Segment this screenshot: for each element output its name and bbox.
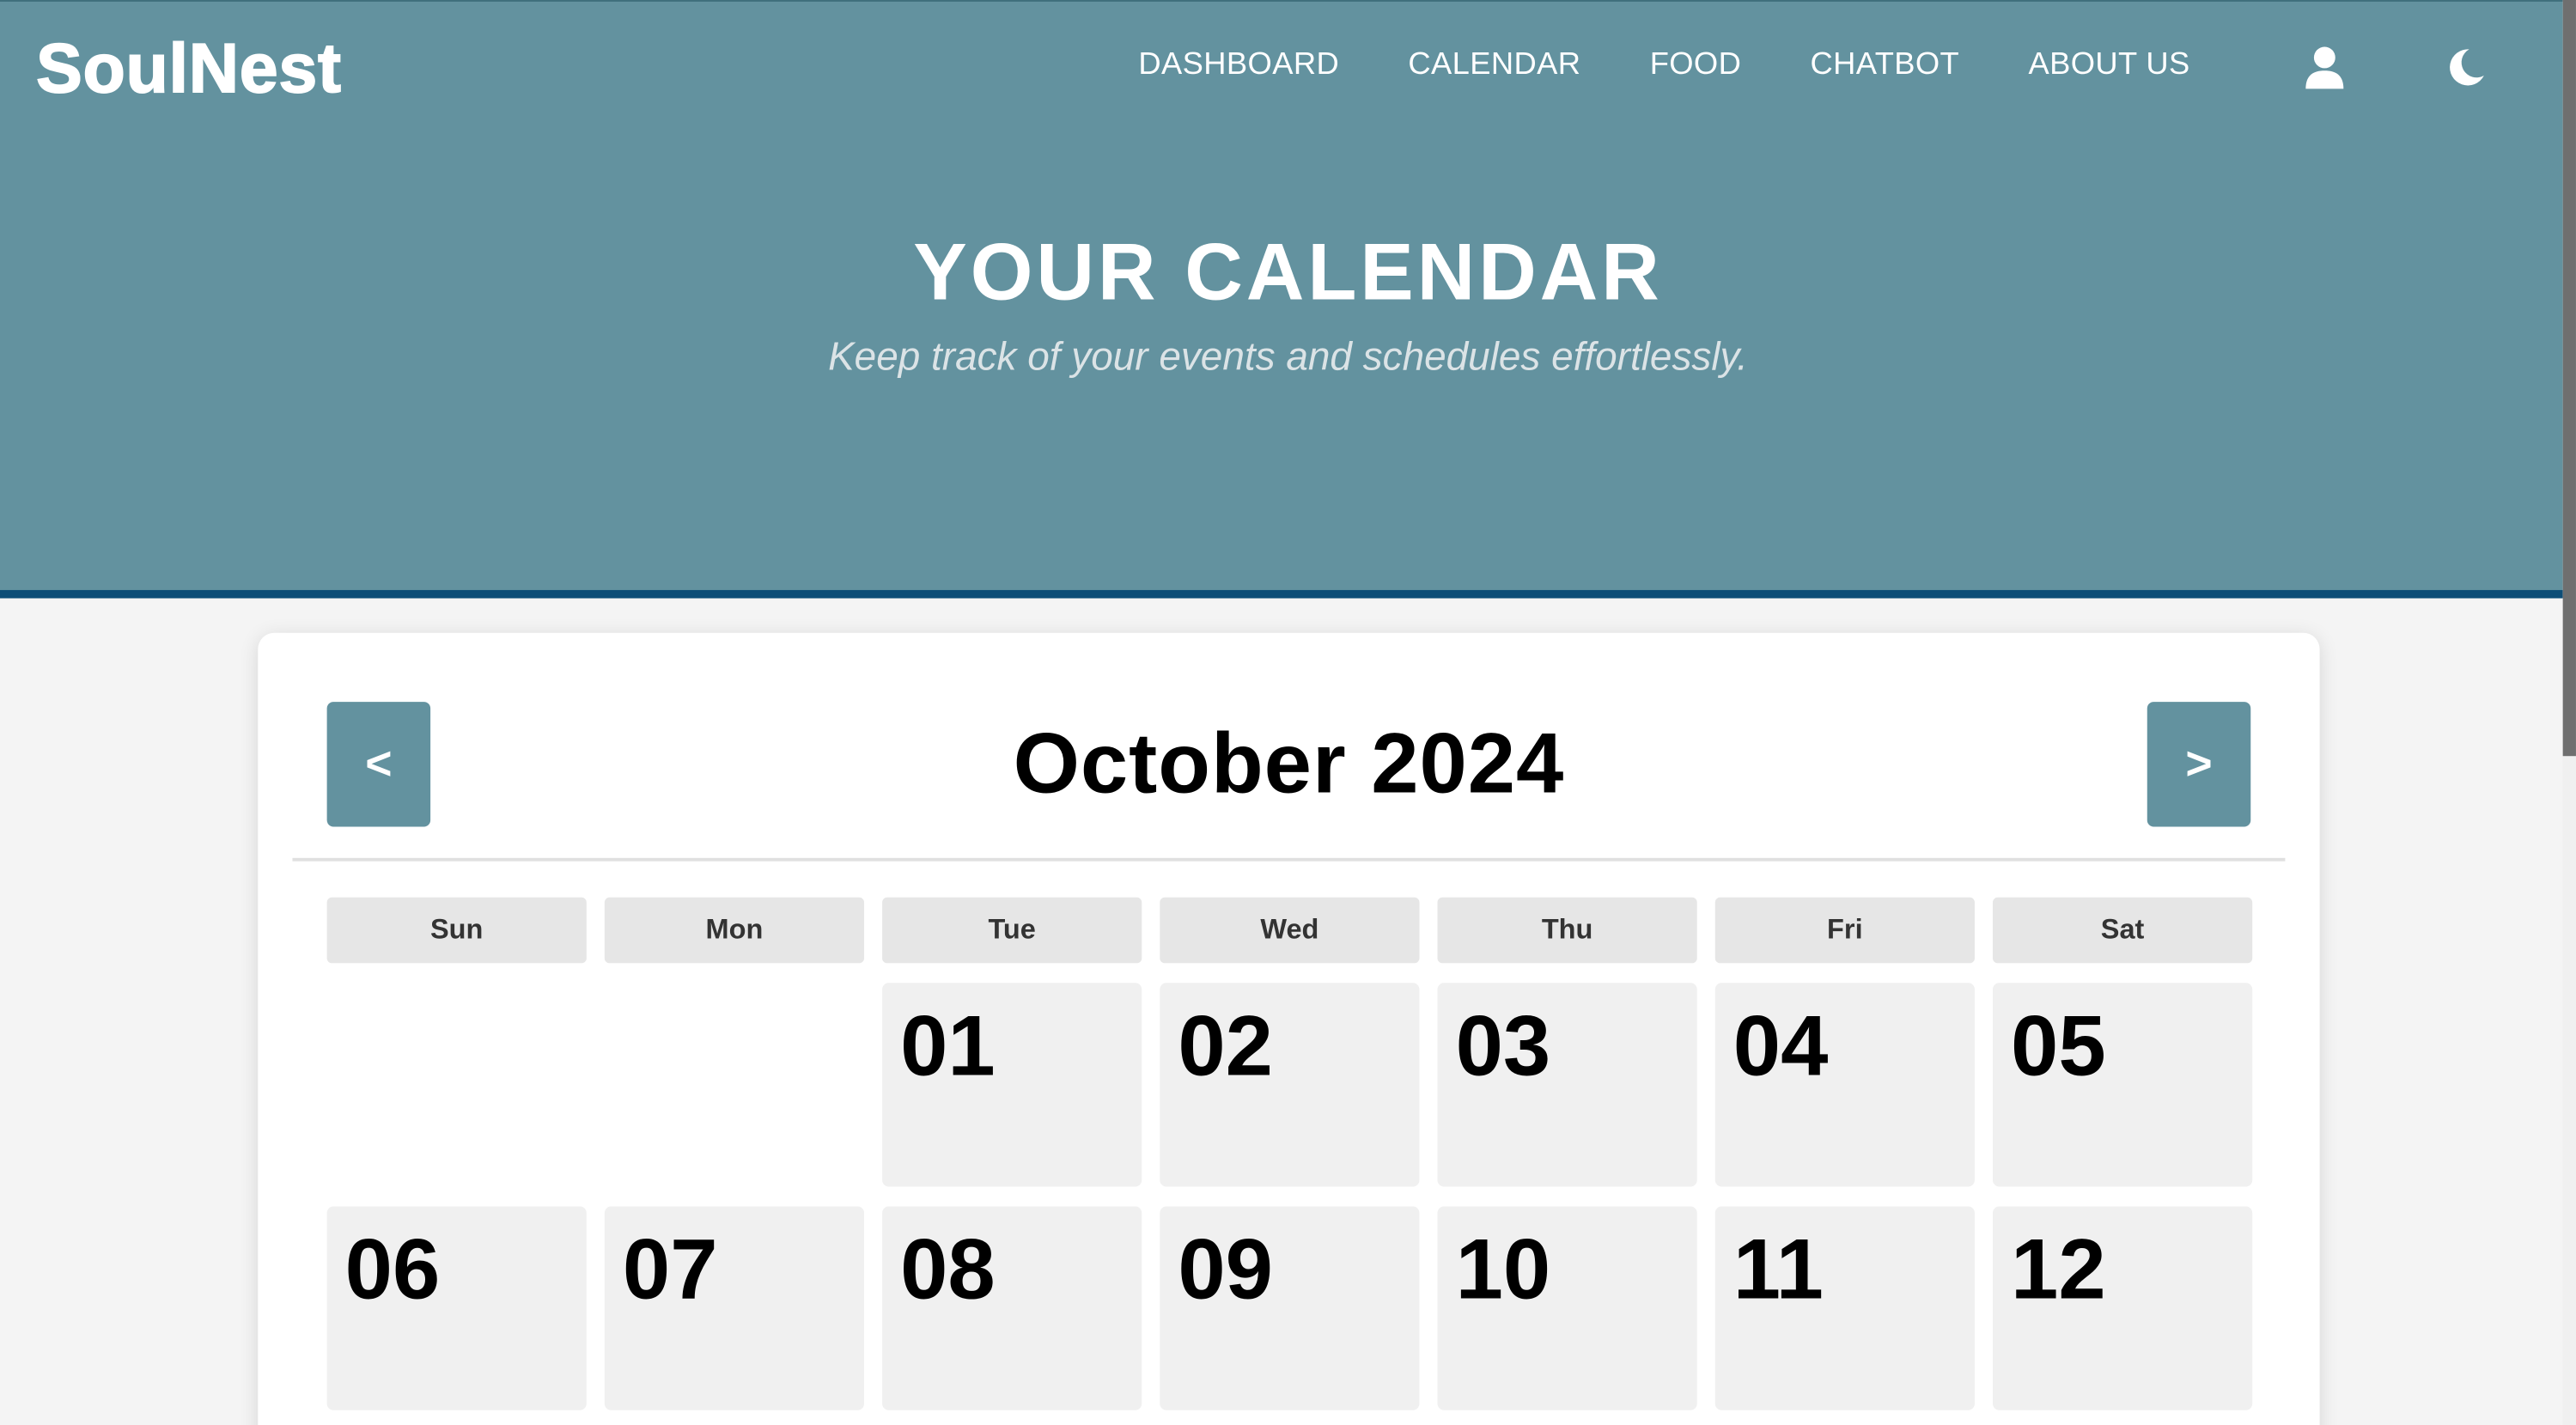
calendar-card: < October 2024 > Sun Mon Tue Wed Thu Fri… (258, 632, 2320, 1425)
calendar-blank-cell (605, 983, 864, 1186)
calendar-day-cell[interactable]: 11 (1714, 1206, 1975, 1410)
weekday-sat: Sat (1992, 897, 2253, 964)
calendar-blank-cell (327, 983, 587, 1186)
page-title: YOUR CALENDAR (913, 228, 1663, 318)
nav-dashboard[interactable]: DASHBOARD (1138, 47, 1339, 83)
nav-about-us[interactable]: ABOUT US (2028, 47, 2189, 83)
weekday-wed: Wed (1160, 897, 1420, 964)
calendar-day-cell[interactable]: 09 (1160, 1206, 1420, 1410)
weekday-thu: Thu (1437, 897, 1697, 964)
calendar-days-grid: 01 02 03 04 05 06 07 08 09 10 11 12 (326, 983, 2253, 1410)
page: SoulNest DASHBOARD CALENDAR FOOD CHATBOT… (0, 0, 2576, 1425)
next-month-button[interactable]: > (2147, 702, 2251, 827)
nav-calendar[interactable]: CALENDAR (1408, 47, 1580, 83)
month-title: October 2024 (1013, 716, 1565, 813)
main-nav: DASHBOARD CALENDAR FOOD CHATBOT ABOUT US (1138, 47, 2259, 83)
user-icon[interactable] (2300, 43, 2349, 92)
calendar-day-cell[interactable]: 08 (882, 1206, 1142, 1410)
moon-icon[interactable] (2441, 43, 2490, 92)
calendar-day-cell[interactable]: 05 (1992, 983, 2253, 1187)
weekday-tue: Tue (882, 897, 1142, 964)
calendar-day-cell[interactable]: 10 (1437, 1206, 1697, 1410)
weekday-fri: Fri (1714, 897, 1975, 964)
calendar-day-cell[interactable]: 07 (604, 1206, 865, 1410)
calendar-day-cell[interactable]: 04 (1714, 983, 1975, 1187)
scrollbar-track[interactable] (2562, 0, 2576, 1425)
weekday-header: Sun Mon Tue Wed Thu Fri Sat (326, 897, 2253, 964)
calendar-day-cell[interactable]: 06 (326, 1206, 587, 1410)
divider (292, 857, 2286, 862)
calendar-day-cell[interactable]: 12 (1992, 1206, 2253, 1410)
nav-food[interactable]: FOOD (1650, 47, 1742, 83)
weekday-mon: Mon (604, 897, 865, 964)
calendar-day-cell[interactable]: 03 (1437, 983, 1697, 1187)
calendar-day-cell[interactable]: 02 (1160, 983, 1420, 1187)
nav-chatbot[interactable]: CHATBOT (1811, 47, 1960, 83)
calendar-day-cell[interactable]: 01 (882, 983, 1142, 1187)
page-subtitle: Keep track of your events and schedules … (828, 335, 1748, 381)
brand-logo[interactable]: SoulNest (35, 28, 342, 108)
weekday-sun: Sun (326, 897, 587, 964)
scrollbar-thumb[interactable] (2562, 0, 2576, 757)
